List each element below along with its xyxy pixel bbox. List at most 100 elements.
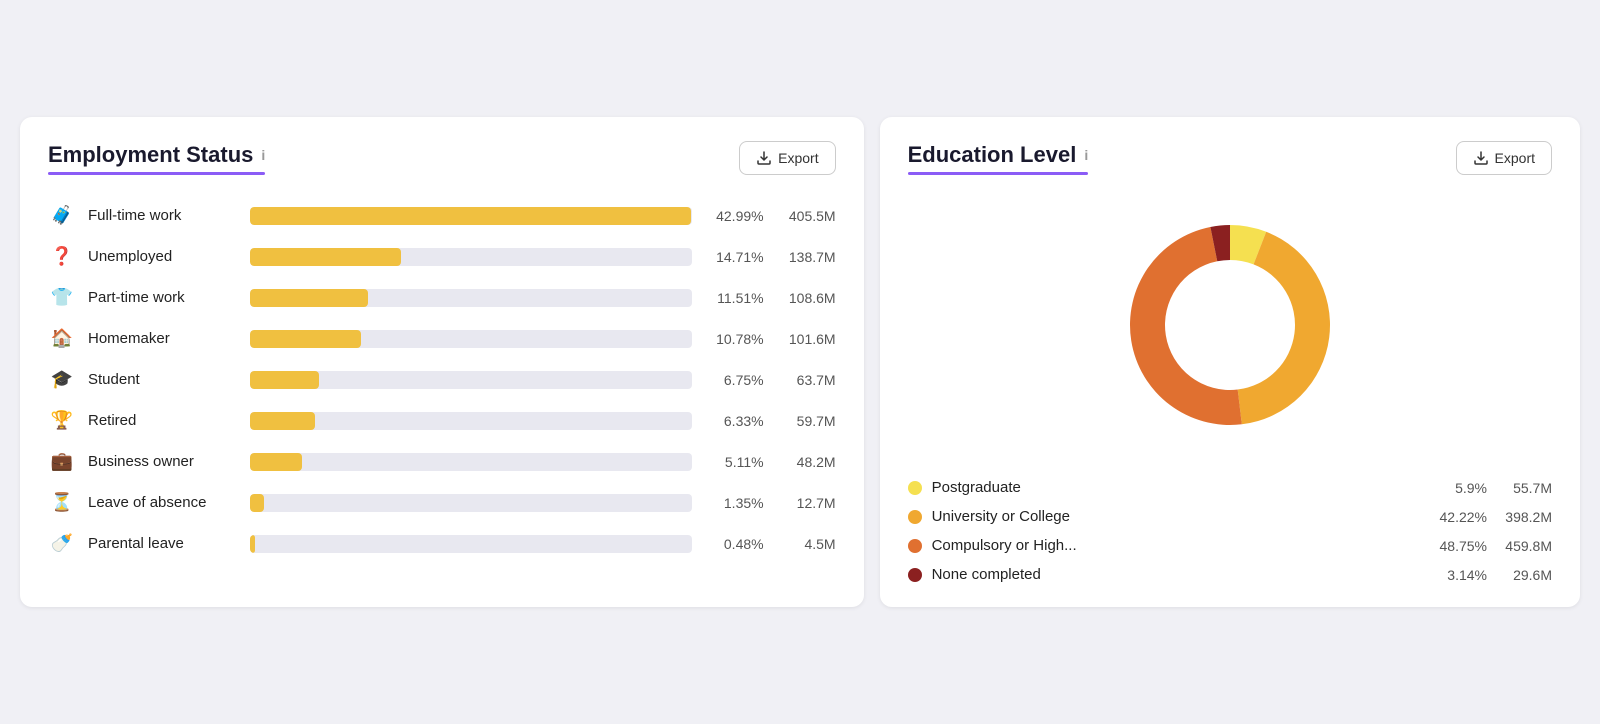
status-row: 🏠 Homemaker 10.78% 101.6M bbox=[48, 318, 836, 359]
status-row: 👕 Part-time work 11.51% 108.6M bbox=[48, 277, 836, 318]
stat-val-1: 138.7M bbox=[776, 249, 836, 265]
status-row: ❓ Unemployed 14.71% 138.7M bbox=[48, 236, 836, 277]
status-icon-1: ❓ bbox=[48, 246, 76, 267]
status-row: 💼 Business owner 5.11% 48.2M bbox=[48, 441, 836, 482]
status-row: 🍼 Parental leave 0.48% 4.5M bbox=[48, 523, 836, 564]
legend-pct-3: 3.14% bbox=[1432, 567, 1487, 583]
education-level-card: Education Level i Export Postgraduate 5.… bbox=[880, 117, 1580, 607]
legend-label-1: University or College bbox=[932, 508, 1422, 525]
status-label-2: Part-time work bbox=[88, 289, 238, 306]
legend-val-3: 29.6M bbox=[1497, 567, 1552, 583]
status-icon-4: 🎓 bbox=[48, 369, 76, 390]
bar-container-4 bbox=[250, 371, 692, 389]
status-icon-7: ⏳ bbox=[48, 492, 76, 513]
legend-label-0: Postgraduate bbox=[932, 479, 1422, 496]
legend-item-2: Compulsory or High... 48.75% 459.8M bbox=[908, 537, 1552, 554]
education-legend: Postgraduate 5.9% 55.7M University or Co… bbox=[908, 479, 1552, 583]
legend-val-2: 459.8M bbox=[1497, 538, 1552, 554]
status-label-5: Retired bbox=[88, 412, 238, 429]
employment-status-list: 🧳 Full-time work 42.99% 405.5M ❓ Unemplo… bbox=[48, 195, 836, 564]
bar-container-8 bbox=[250, 535, 692, 553]
bar-fill-0 bbox=[250, 207, 691, 225]
stat-val-7: 12.7M bbox=[776, 495, 836, 511]
stat-val-6: 48.2M bbox=[776, 454, 836, 470]
stat-pct-1: 14.71% bbox=[704, 249, 764, 265]
status-label-0: Full-time work bbox=[88, 207, 238, 224]
status-label-1: Unemployed bbox=[88, 248, 238, 265]
employment-title-text: Employment Status bbox=[48, 142, 253, 168]
bar-container-5 bbox=[250, 412, 692, 430]
legend-pct-2: 48.75% bbox=[1432, 538, 1487, 554]
status-icon-0: 🧳 bbox=[48, 205, 76, 226]
stat-pct-5: 6.33% bbox=[704, 413, 764, 429]
stat-pct-6: 5.11% bbox=[704, 454, 764, 470]
employment-info-icon[interactable]: i bbox=[261, 147, 265, 163]
bar-fill-5 bbox=[250, 412, 315, 430]
status-row: 🎓 Student 6.75% 63.7M bbox=[48, 359, 836, 400]
bar-fill-1 bbox=[250, 248, 401, 266]
status-icon-8: 🍼 bbox=[48, 533, 76, 554]
stat-pct-7: 1.35% bbox=[704, 495, 764, 511]
legend-label-2: Compulsory or High... bbox=[932, 537, 1422, 554]
employment-title: Employment Status i bbox=[48, 142, 265, 168]
employment-header: Employment Status i Export bbox=[48, 141, 836, 175]
bar-container-6 bbox=[250, 453, 692, 471]
bar-container-7 bbox=[250, 494, 692, 512]
legend-val-0: 55.7M bbox=[1497, 480, 1552, 496]
bar-container-2 bbox=[250, 289, 692, 307]
donut-chart bbox=[1100, 195, 1360, 455]
stat-val-3: 101.6M bbox=[776, 331, 836, 347]
stat-pct-3: 10.78% bbox=[704, 331, 764, 347]
status-icon-6: 💼 bbox=[48, 451, 76, 472]
export-icon-edu bbox=[1473, 150, 1489, 166]
employment-underline bbox=[48, 172, 265, 175]
employment-title-group: Employment Status i bbox=[48, 142, 265, 175]
employment-export-button[interactable]: Export bbox=[739, 141, 835, 175]
legend-label-3: None completed bbox=[932, 566, 1422, 583]
bar-fill-3 bbox=[250, 330, 361, 348]
stat-val-5: 59.7M bbox=[776, 413, 836, 429]
bar-container-1 bbox=[250, 248, 692, 266]
dashboard: Employment Status i Export 🧳 Full-time w… bbox=[20, 117, 1580, 607]
legend-dot-0 bbox=[908, 481, 922, 495]
education-info-icon[interactable]: i bbox=[1084, 147, 1088, 163]
stat-pct-8: 0.48% bbox=[704, 536, 764, 552]
bar-container-0 bbox=[250, 207, 692, 225]
legend-val-1: 398.2M bbox=[1497, 509, 1552, 525]
legend-dot-2 bbox=[908, 539, 922, 553]
export-icon bbox=[756, 150, 772, 166]
bar-fill-6 bbox=[250, 453, 302, 471]
legend-item-3: None completed 3.14% 29.6M bbox=[908, 566, 1552, 583]
status-icon-2: 👕 bbox=[48, 287, 76, 308]
stat-pct-0: 42.99% bbox=[704, 208, 764, 224]
legend-pct-1: 42.22% bbox=[1432, 509, 1487, 525]
legend-item-0: Postgraduate 5.9% 55.7M bbox=[908, 479, 1552, 496]
status-label-7: Leave of absence bbox=[88, 494, 238, 511]
status-label-4: Student bbox=[88, 371, 238, 388]
status-icon-5: 🏆 bbox=[48, 410, 76, 431]
bar-fill-4 bbox=[250, 371, 319, 389]
education-title: Education Level i bbox=[908, 142, 1089, 168]
stat-pct-2: 11.51% bbox=[704, 290, 764, 306]
education-title-group: Education Level i bbox=[908, 142, 1089, 175]
education-underline bbox=[908, 172, 1089, 175]
legend-dot-1 bbox=[908, 510, 922, 524]
status-label-8: Parental leave bbox=[88, 535, 238, 552]
bar-fill-2 bbox=[250, 289, 368, 307]
status-label-6: Business owner bbox=[88, 453, 238, 470]
legend-dot-3 bbox=[908, 568, 922, 582]
stat-val-0: 405.5M bbox=[776, 208, 836, 224]
status-row: 🏆 Retired 6.33% 59.7M bbox=[48, 400, 836, 441]
status-icon-3: 🏠 bbox=[48, 328, 76, 349]
status-row: ⏳ Leave of absence 1.35% 12.7M bbox=[48, 482, 836, 523]
status-label-3: Homemaker bbox=[88, 330, 238, 347]
legend-item-1: University or College 42.22% 398.2M bbox=[908, 508, 1552, 525]
employment-status-card: Employment Status i Export 🧳 Full-time w… bbox=[20, 117, 864, 607]
education-header: Education Level i Export bbox=[908, 141, 1552, 175]
education-export-button[interactable]: Export bbox=[1456, 141, 1552, 175]
bar-container-3 bbox=[250, 330, 692, 348]
stat-val-8: 4.5M bbox=[776, 536, 836, 552]
stat-val-2: 108.6M bbox=[776, 290, 836, 306]
legend-pct-0: 5.9% bbox=[1432, 480, 1487, 496]
donut-chart-container bbox=[908, 195, 1552, 455]
